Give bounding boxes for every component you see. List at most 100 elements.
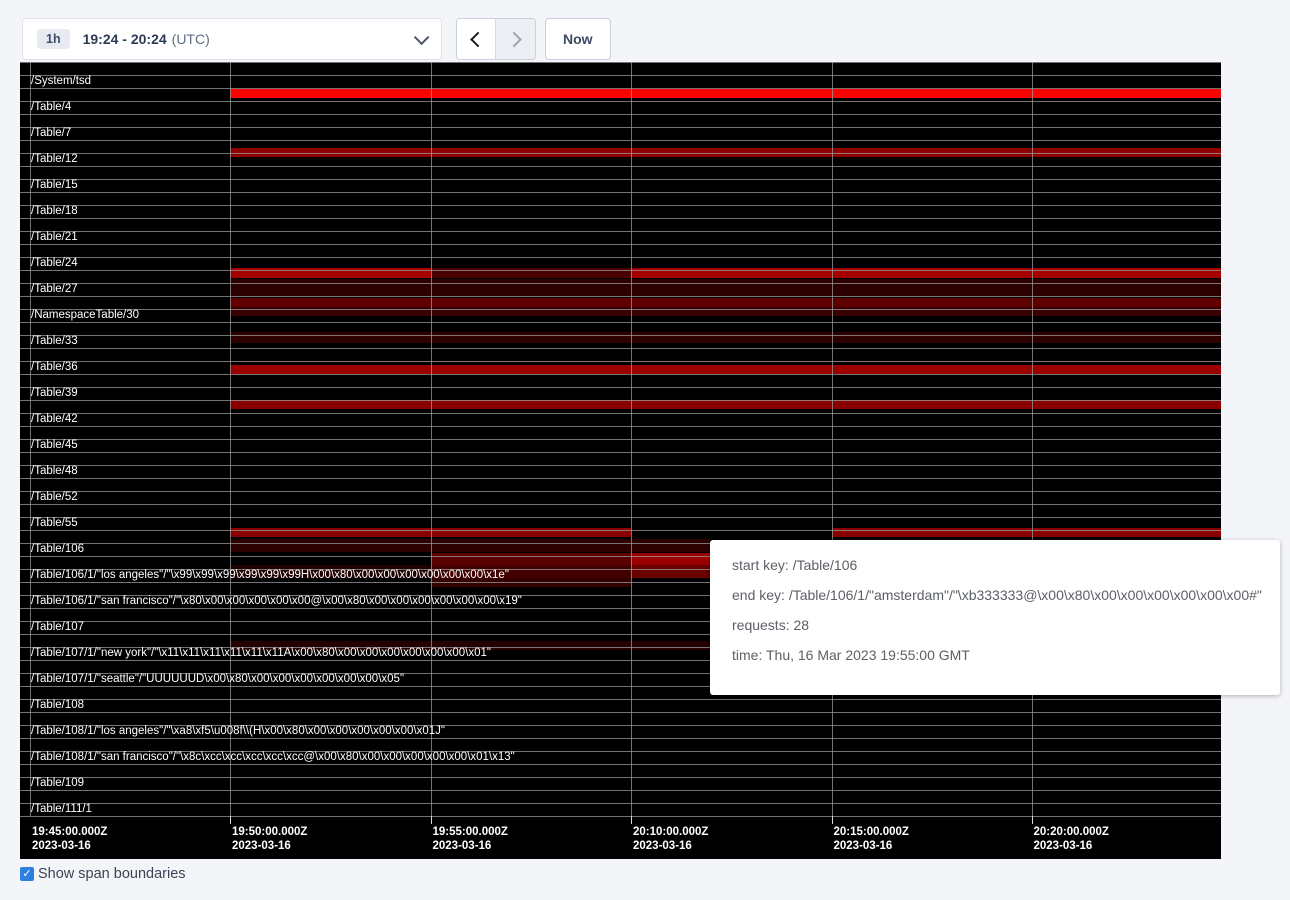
heat-band [832,528,1222,537]
row-label: /NamespaceTable/30 [31,309,139,322]
span-boundary-line [20,231,1221,232]
range-text: 19:24 - 20:24 [83,31,167,47]
time-range-dropdown[interactable]: 1h 19:24 - 20:24 (UTC) [22,18,442,60]
span-boundary-line [20,764,1221,765]
row-label: /Table/108/1/"san francisco"/"\x8c\xcc\x… [31,751,515,764]
show-span-boundaries-label: Show span boundaries [38,866,186,882]
now-button[interactable]: Now [545,18,611,60]
row-label: /Table/24 [31,257,78,270]
row-label: /System/tsd [31,75,91,88]
row-label: /Table/106/1/"los angeles"/"\x99\x99\x99… [31,569,509,582]
span-boundary-line [20,348,1221,349]
row-label: /Table/15 [31,179,78,192]
row-label: /Table/108/1/"los angeles"/"\xa8\xf5\u00… [31,725,445,738]
row-label: /Table/106 [31,543,84,556]
row-label: /Table/39 [31,387,78,400]
range-duration-badge: 1h [37,29,70,50]
span-boundary-line [20,205,1221,206]
tooltip-line: requests: 28 [732,617,1266,633]
time-axis-date: 2023-03-16 [433,839,508,853]
time-axis-label: 20:15:00.000Z2023-03-16 [834,825,909,853]
span-boundary-line [20,413,1221,414]
span-boundary-line [20,75,1221,76]
row-label: /Table/106/1/"san francisco"/"\x80\x00\x… [31,595,522,608]
span-boundary-line [20,816,1221,817]
row-label: /Table/42 [31,413,78,426]
row-label: /Table/48 [31,465,78,478]
span-boundary-line [20,153,1221,154]
row-label: /Table/18 [31,205,78,218]
span-boundary-line [20,517,1221,518]
span-boundary-line [20,127,1221,128]
time-axis-tick [631,816,632,824]
row-label: /Table/52 [31,491,78,504]
heat-band [631,565,710,578]
time-bucket-line [631,62,632,816]
time-bucket-line [1032,62,1033,816]
time-axis-label: 19:55:00.000Z2023-03-16 [433,825,508,853]
row-label: /Table/27 [31,283,78,296]
row-label: /Table/108 [31,699,84,712]
time-bucket-line [431,62,432,816]
row-label: /Table/45 [31,439,78,452]
span-boundary-line [20,218,1221,219]
span-boundary-line [20,88,1221,89]
time-axis-tick [832,816,833,824]
span-boundary-line [20,478,1221,479]
span-boundary-line [20,296,1221,297]
row-label: /Table/36 [31,361,78,374]
tooltip-line: start key: /Table/106 [732,557,1266,573]
span-boundary-line [20,699,1221,700]
span-boundary-line [20,322,1221,323]
time-bucket-line [832,62,833,816]
heat-band [230,332,1221,343]
row-label: /Table/7 [31,127,71,140]
row-label: /Table/12 [31,153,78,166]
heat-band [431,553,632,565]
time-axis-date: 2023-03-16 [633,839,708,853]
show-span-boundaries-checkbox[interactable]: ✓ [20,867,34,881]
span-boundary-line [20,192,1221,193]
span-boundary-line [20,777,1221,778]
heat-band [631,553,710,565]
span-boundary-line [20,270,1221,271]
span-boundary-line [20,400,1221,401]
time-axis-label: 19:45:00.000Z2023-03-16 [32,825,107,853]
heat-band [230,365,1221,374]
span-boundary-line [20,504,1221,505]
span-boundary-line [20,738,1221,739]
chevron-down-icon [414,29,430,45]
heat-band [230,539,710,552]
span-boundary-line [20,426,1221,427]
span-boundary-line [20,101,1221,102]
span-boundary-line [20,309,1221,310]
key-visualizer-page: 1h 19:24 - 20:24 (UTC) Now /System/tsd/T… [0,0,1290,900]
heat-band [230,89,1221,98]
span-boundary-line [20,374,1221,375]
time-bucket-line [230,62,231,816]
span-boundary-line [20,530,1221,531]
next-time-button[interactable] [496,19,535,59]
span-boundary-line [20,712,1221,713]
tooltip-line: end key: /Table/106/1/"amsterdam"/"\xb33… [732,587,1266,603]
time-axis-date: 2023-03-16 [1034,839,1109,853]
time-axis-tick [1032,816,1033,824]
heatmap-canvas[interactable]: /System/tsd/Table/4/Table/7/Table/12/Tab… [20,62,1221,859]
row-label: /Table/107/1/"seattle"/"UUUUUUD\x00\x80\… [31,673,404,686]
row-label: /Table/107 [31,621,84,634]
span-boundary-line [20,179,1221,180]
time-axis-tick [230,816,231,824]
time-axis-label: 20:20:00.000Z2023-03-16 [1034,825,1109,853]
heatmap-tooltip: start key: /Table/106 end key: /Table/106… [710,540,1280,695]
heat-band [230,298,1221,307]
span-boundary-line [20,387,1221,388]
span-boundary-line [20,244,1221,245]
row-label: /Table/111/1 [31,803,92,816]
span-boundary-line [20,257,1221,258]
row-label: /Table/33 [31,335,78,348]
span-boundary-line [20,166,1221,167]
prev-time-button[interactable] [457,19,496,59]
span-boundary-line [20,361,1221,362]
time-axis-date: 2023-03-16 [232,839,307,853]
span-boundary-line [20,114,1221,115]
